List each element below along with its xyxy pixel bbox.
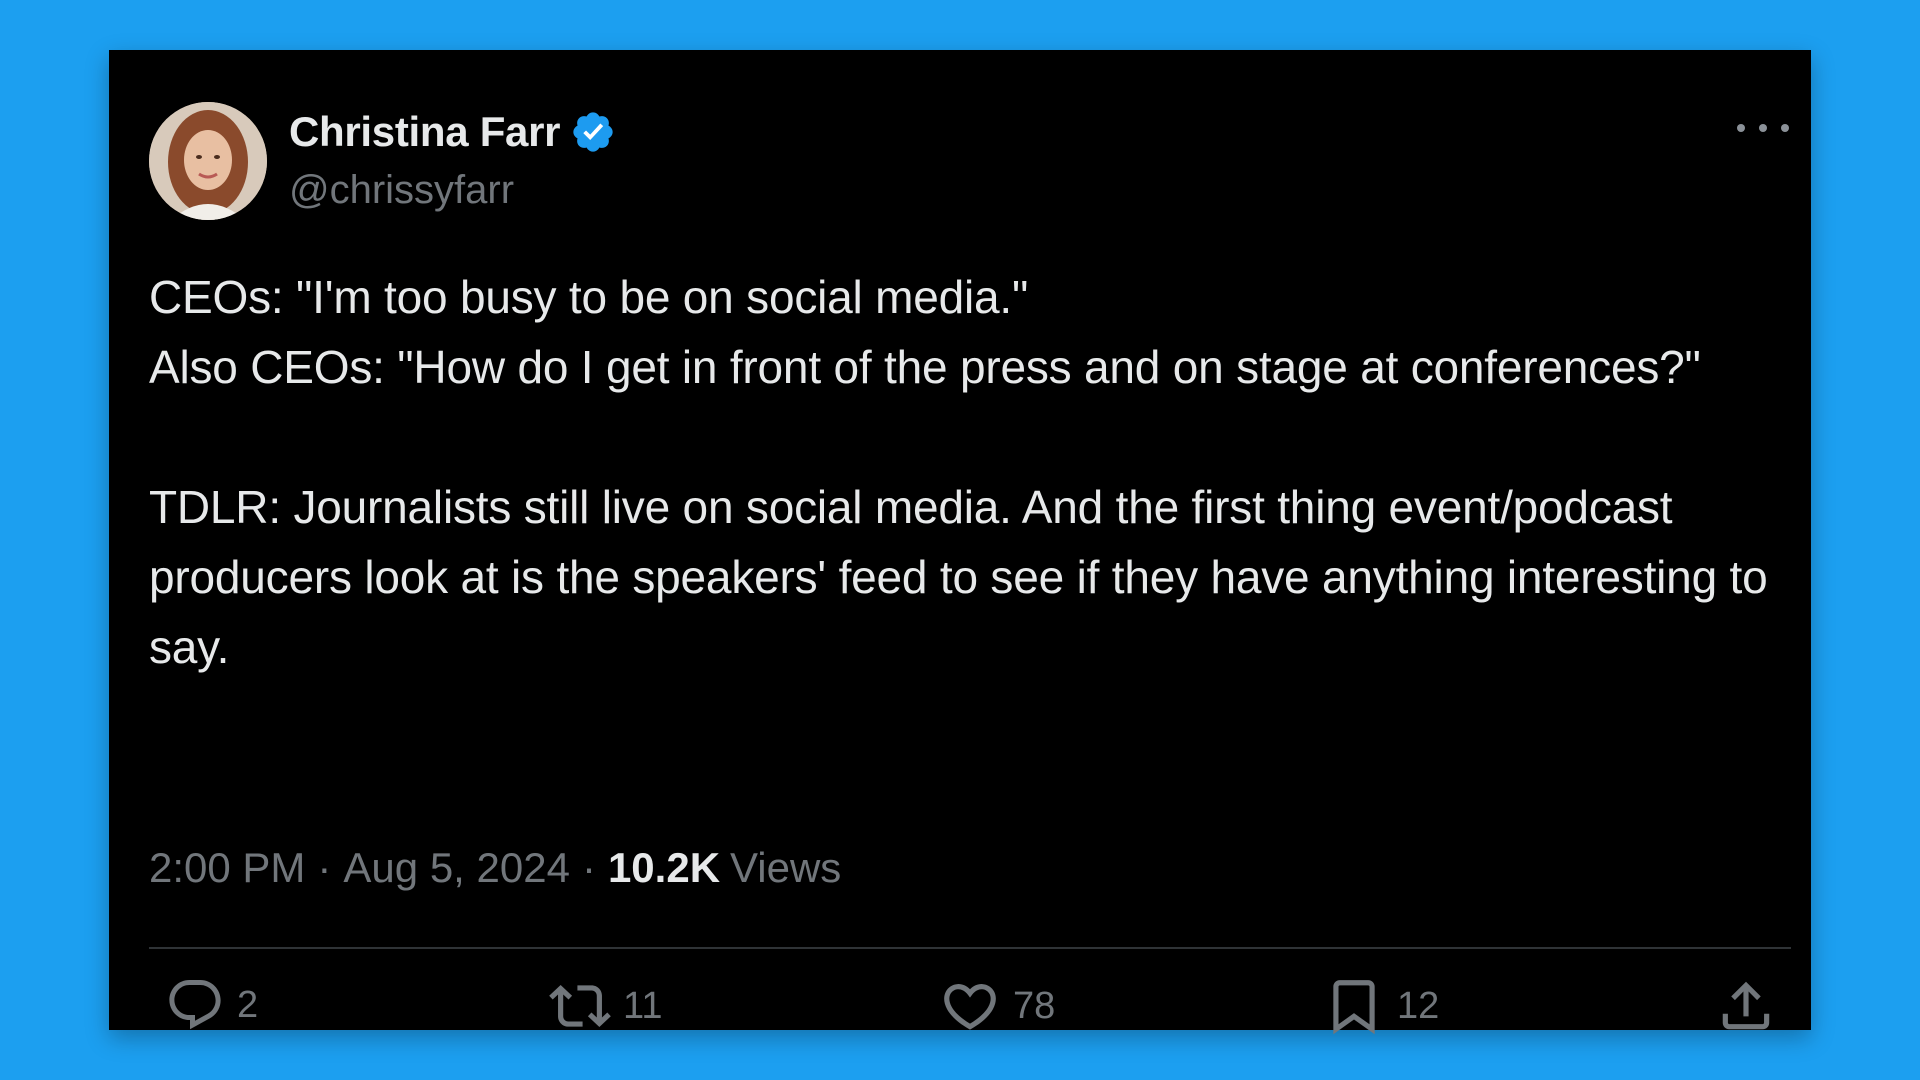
tweet-metadata: 2:00 PM · Aug 5, 2024 · 10.2K Views (149, 844, 841, 892)
meta-separator: · (317, 844, 332, 891)
bookmark-count: 12 (1397, 984, 1440, 1027)
views-count: 10.2K (607, 844, 721, 891)
retweet-count: 11 (623, 984, 663, 1027)
bookmark-button[interactable]: 12 (1323, 975, 1439, 1037)
more-icon (1737, 124, 1745, 132)
author-handle[interactable]: @chrissyfarr (289, 168, 514, 213)
divider (149, 947, 1791, 949)
action-bar: 2 11 78 12 (109, 975, 1811, 1045)
share-icon (1722, 981, 1770, 1030)
reply-button[interactable]: 2 (165, 975, 258, 1035)
like-count: 78 (1013, 984, 1056, 1027)
retweet-icon (549, 985, 611, 1027)
retweet-button[interactable]: 11 (549, 975, 662, 1037)
page-background: Christina Farr @chrissyfarr CEOs: "I'm t… (0, 0, 1920, 1080)
tweet-text: CEOs: "I'm too busy to be on social medi… (149, 271, 1768, 673)
views-label: Views (730, 844, 842, 891)
like-button[interactable]: 78 (939, 975, 1055, 1037)
avatar[interactable] (149, 102, 267, 220)
tweet-date[interactable]: Aug 5, 2024 (343, 844, 570, 892)
reply-count: 2 (237, 983, 259, 1026)
author-name-row: Christina Farr (289, 108, 616, 156)
share-button[interactable] (1715, 975, 1777, 1037)
more-icon-dot (1759, 124, 1767, 132)
reply-icon (169, 980, 221, 1030)
tweet-card: Christina Farr @chrissyfarr CEOs: "I'm t… (109, 50, 1811, 1035)
more-options-button[interactable] (1737, 114, 1789, 142)
more-icon-dot (1781, 124, 1789, 132)
bookmark-icon (1333, 980, 1375, 1035)
heart-icon (944, 984, 996, 1030)
verified-badge-icon (573, 112, 613, 152)
meta-separator: · (581, 844, 596, 891)
tweet-time[interactable]: 2:00 PM (149, 844, 305, 892)
author-display-name[interactable]: Christina Farr (289, 108, 561, 156)
